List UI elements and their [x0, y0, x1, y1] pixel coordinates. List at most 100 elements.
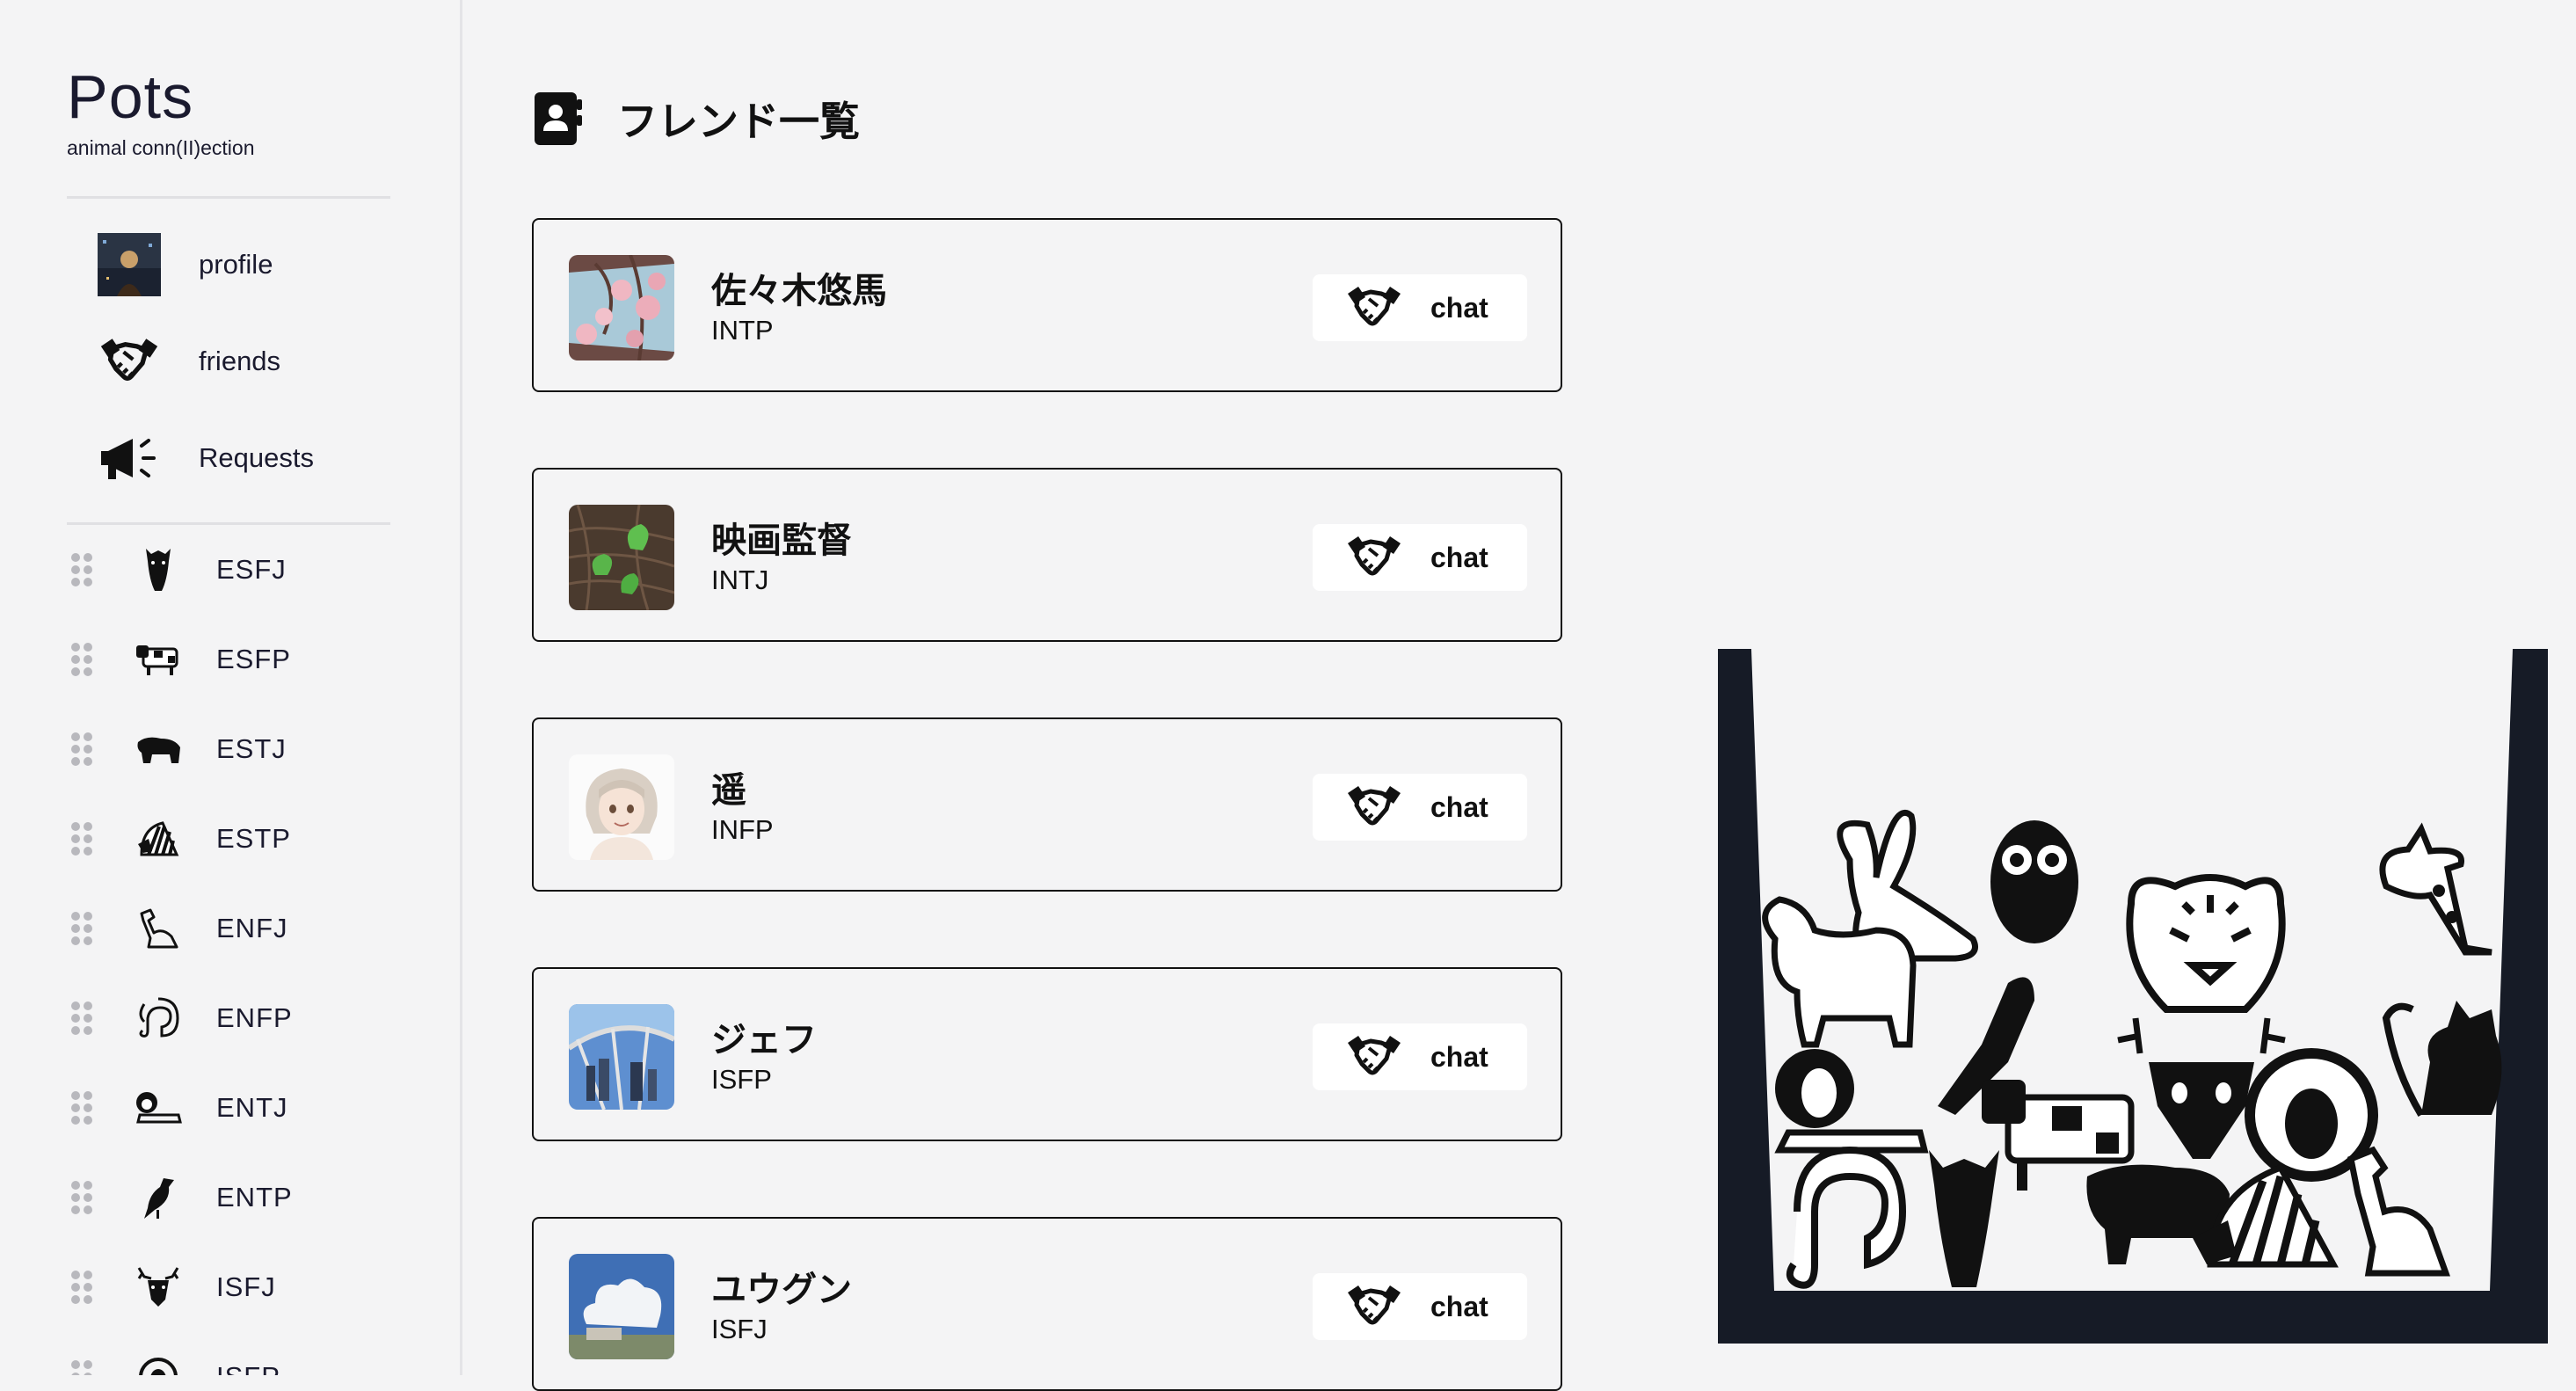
chat-button-label: chat — [1430, 541, 1488, 573]
app-tagline: animal conn(II)ection — [67, 136, 255, 159]
mbti-label: ENFP — [216, 1002, 293, 1033]
nav-requests[interactable]: Requests — [97, 423, 413, 493]
drag-handle-icon[interactable] — [70, 821, 93, 856]
drag-handle-icon[interactable] — [70, 911, 93, 946]
megaphone-icon — [97, 426, 162, 491]
page-header: フレンド一覧 — [533, 88, 860, 149]
friend-mbti: ISFP — [711, 1064, 772, 1095]
divider — [67, 196, 390, 199]
cow-icon — [132, 633, 185, 686]
friend-card: 遥 INFP chat — [532, 717, 1562, 892]
friend-name: 遥 — [711, 771, 746, 810]
horse-icon — [132, 543, 185, 596]
friend-avatar — [569, 1004, 674, 1110]
drag-handle-icon[interactable] — [70, 1359, 93, 1375]
zebra-icon — [132, 812, 185, 865]
friend-avatar — [569, 1254, 674, 1359]
drag-handle-icon[interactable] — [70, 732, 93, 767]
friend-card: 佐々木悠馬 INTP chat — [532, 218, 1562, 392]
chat-button[interactable]: chat — [1313, 524, 1527, 591]
mbti-item-isfj[interactable]: ISFJ — [70, 1252, 422, 1322]
drag-handle-icon[interactable] — [70, 642, 93, 677]
friend-mbti: ISFJ — [711, 1314, 768, 1344]
mbti-item-entp[interactable]: ENTP — [70, 1162, 422, 1233]
nav-friends-label: friends — [199, 346, 281, 376]
contact-book-icon — [535, 92, 582, 145]
cat-icon — [2382, 1001, 2502, 1118]
dog-icon — [132, 902, 185, 955]
friend-avatar — [569, 505, 674, 610]
sidebar: Pots animal conn(II)ection profile frien… — [0, 0, 462, 1375]
friend-card: 映画監督 INTJ chat — [532, 468, 1562, 642]
friend-name: ユウグン — [711, 1271, 852, 1309]
drag-handle-icon[interactable] — [70, 1180, 93, 1215]
handshake-icon — [1348, 536, 1401, 576]
nav-friends[interactable]: friends — [97, 326, 413, 397]
bird-icon — [132, 1171, 185, 1224]
mbti-item-esfj[interactable]: ESFJ — [70, 535, 422, 605]
chat-button-label: chat — [1430, 291, 1488, 324]
handshake-icon — [1348, 786, 1401, 826]
friend-card: ジェフ ISFP chat — [532, 967, 1562, 1141]
mbti-item-estj[interactable]: ESTJ — [70, 714, 422, 784]
friend-mbti: INTJ — [711, 564, 769, 595]
chat-button-label: chat — [1430, 1290, 1488, 1322]
tiger-icon — [2126, 874, 2286, 1013]
friend-name: 佐々木悠馬 — [711, 272, 887, 310]
friend-card: ユウグン ISFJ chat — [532, 1217, 1562, 1391]
mbti-item-estp[interactable]: ESTP — [70, 804, 422, 874]
drag-handle-icon[interactable] — [70, 552, 93, 587]
dog-icon — [2347, 1146, 2450, 1277]
chat-button[interactable]: chat — [1313, 274, 1527, 341]
nav-profile[interactable]: profile — [97, 229, 413, 300]
chat-button[interactable]: chat — [1313, 774, 1527, 841]
elephant-icon — [1786, 1146, 1907, 1289]
chat-button[interactable]: chat — [1313, 1023, 1527, 1090]
handshake-icon — [1348, 1285, 1401, 1325]
owl-icon — [1990, 820, 2078, 943]
friend-avatar — [569, 255, 674, 360]
handshake-icon — [97, 329, 162, 394]
chat-button-label: chat — [1430, 1040, 1488, 1073]
drag-handle-icon[interactable] — [70, 1090, 93, 1125]
mbti-label: ISFP — [216, 1361, 280, 1375]
mbti-label: ESTP — [216, 823, 291, 854]
handshake-icon — [1348, 287, 1401, 326]
giraffe-icon — [2379, 822, 2492, 956]
friend-name: 映画監督 — [711, 521, 852, 560]
page-title: フレンド一覧 — [617, 98, 860, 144]
mbti-label: ESFJ — [216, 554, 287, 585]
nav-profile-label: profile — [199, 249, 273, 280]
friend-mbti: INFP — [711, 814, 774, 845]
app-name: Pots — [67, 62, 194, 131]
drag-handle-icon[interactable] — [70, 1001, 93, 1036]
mbti-item-enfp[interactable]: ENFP — [70, 983, 422, 1053]
elephant-icon — [132, 992, 185, 1045]
chat-button-label: chat — [1430, 790, 1488, 823]
mbti-label: ESTJ — [216, 733, 287, 764]
mbti-item-isfp[interactable]: ISFP — [70, 1342, 422, 1375]
mbti-label: ENFJ — [216, 913, 288, 943]
mbti-label: ISFJ — [216, 1271, 276, 1302]
lion-icon — [132, 1081, 185, 1134]
profile-avatar-icon — [97, 232, 162, 297]
deer-icon — [132, 1261, 185, 1314]
friend-name: ジェフ — [711, 1021, 817, 1060]
divider — [67, 522, 390, 525]
sheep-icon — [132, 1351, 185, 1375]
animal-container — [1718, 649, 2548, 1344]
mbti-label: ENTJ — [216, 1092, 288, 1123]
horse-icon — [1929, 1150, 1999, 1287]
mbti-label: ESFP — [216, 644, 291, 674]
friend-avatar — [569, 754, 674, 860]
drag-handle-icon[interactable] — [70, 1270, 93, 1305]
friend-mbti: INTP — [711, 315, 774, 346]
handshake-icon — [1348, 1036, 1401, 1075]
chat-button[interactable]: chat — [1313, 1273, 1527, 1340]
mbti-item-entj[interactable]: ENTJ — [70, 1073, 422, 1143]
mbti-item-enfj[interactable]: ENFJ — [70, 893, 422, 964]
lion-icon — [1774, 1049, 1929, 1154]
mbti-label: ENTP — [216, 1182, 293, 1213]
nav-requests-label: Requests — [199, 442, 314, 473]
mbti-item-esfp[interactable]: ESFP — [70, 624, 422, 695]
